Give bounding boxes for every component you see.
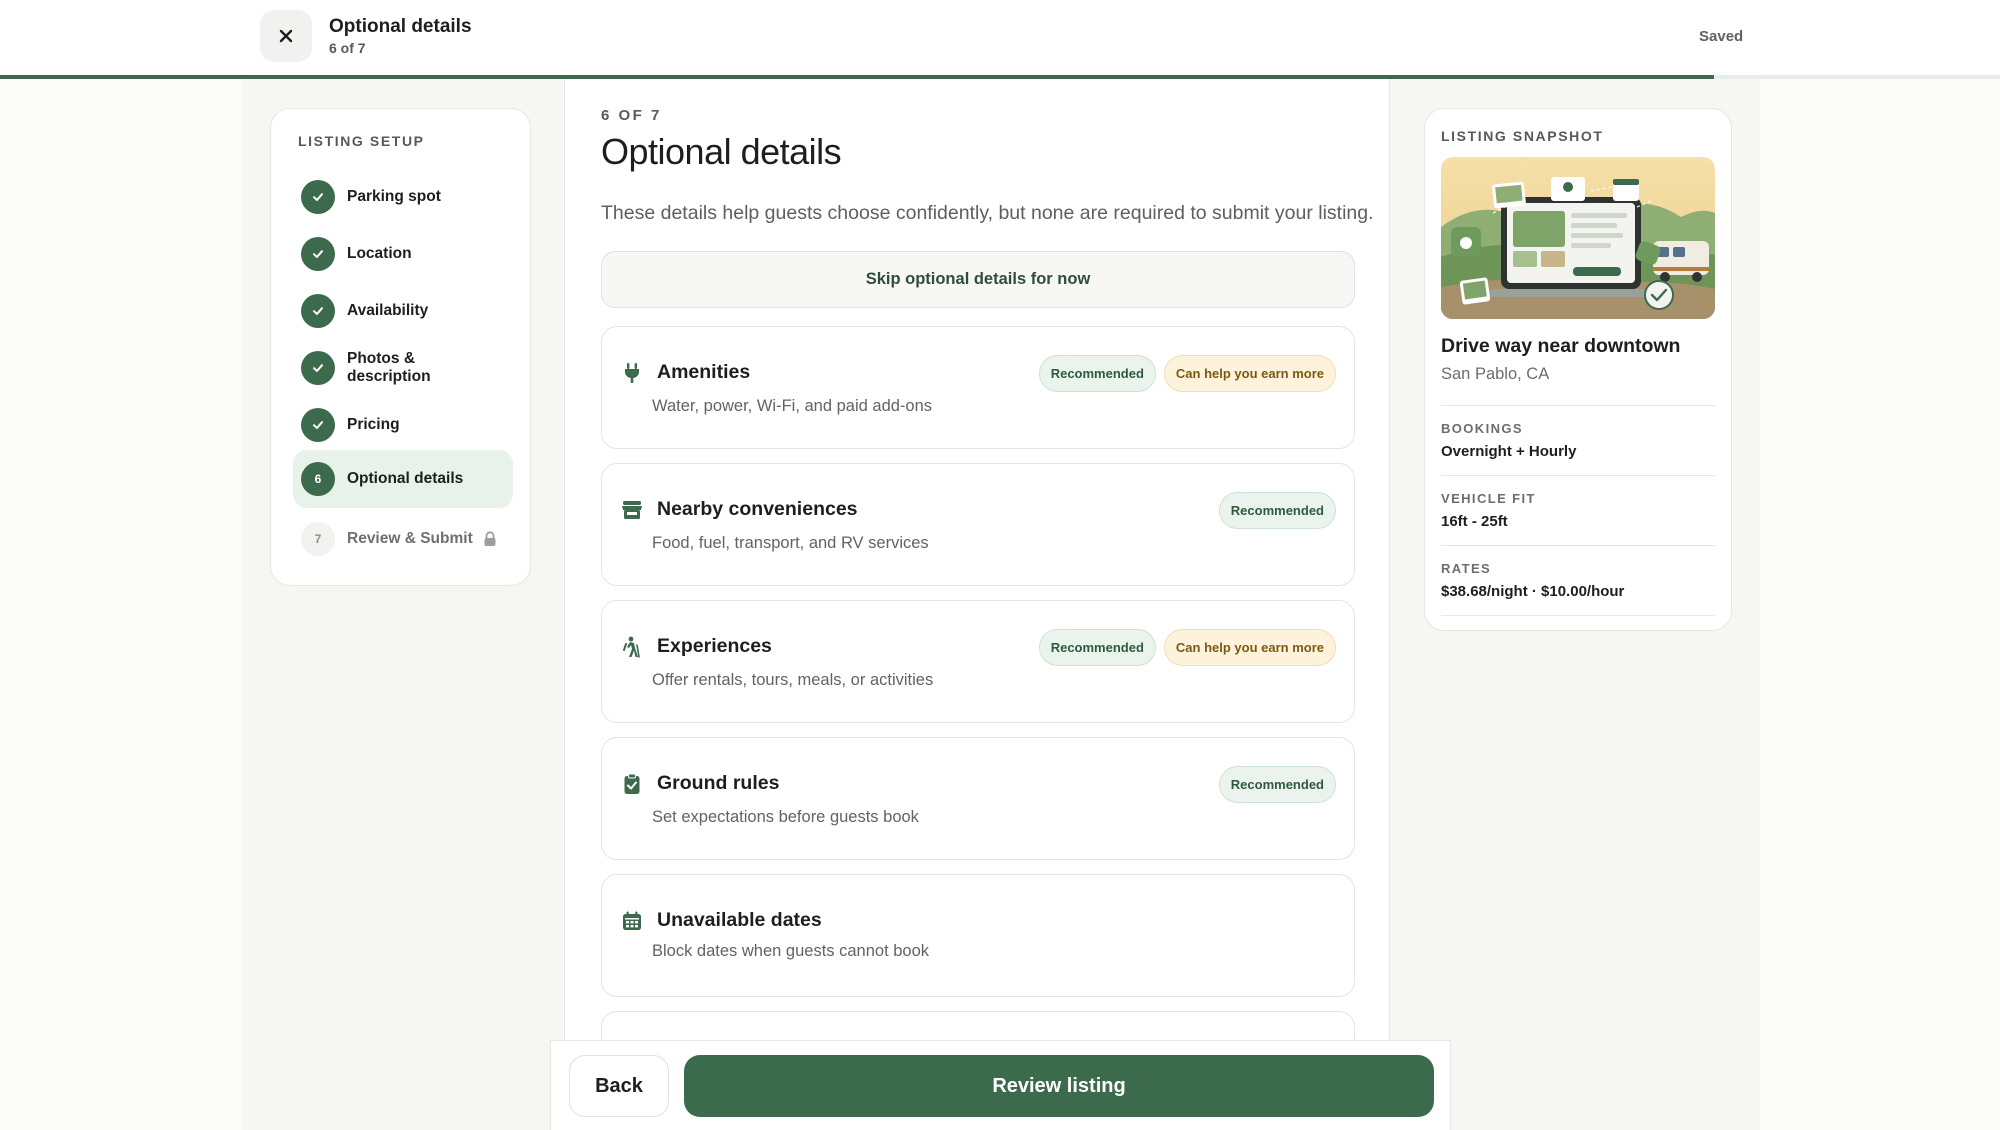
sidebar-heading: LISTING SETUP: [298, 133, 425, 149]
bottom-action-bar: Back Review listing: [550, 1040, 1451, 1130]
store-icon: [620, 498, 644, 522]
card-title: Unavailable dates: [657, 909, 822, 931]
check-icon: [313, 250, 323, 258]
lock-icon: [484, 531, 496, 546]
listing-setup-sidebar: LISTING SETUP Parking spot Location Avai…: [270, 108, 531, 586]
vehicle-fit-value: 16ft - 25ft: [1441, 513, 1508, 530]
sidebar-item-label: Pricing: [347, 416, 400, 433]
sidebar-item-label: Parking spot: [347, 188, 441, 205]
check-icon: [313, 193, 323, 201]
calendar-icon: [620, 909, 644, 933]
amenities-card[interactable]: Amenities Water, power, Wi-Fi, and paid …: [601, 326, 1355, 449]
recommended-badge: Recommended: [1038, 355, 1156, 392]
badge-group: Recommended: [1218, 492, 1336, 529]
step-complete-badge: [301, 408, 335, 442]
snapshot-heading: LISTING SNAPSHOT: [1441, 128, 1604, 144]
card-subtitle: Water, power, Wi-Fi, and paid add-ons: [652, 397, 933, 415]
divider: [1441, 475, 1715, 476]
sidebar-item-label: Review & Submit: [347, 530, 473, 547]
header-title: Optional details: [329, 16, 472, 37]
divider: [1441, 405, 1715, 406]
sidebar-item-availability[interactable]: Availability: [293, 289, 513, 333]
card-title: Amenities: [657, 361, 751, 383]
badge-group: Recommended Can help you earn more: [1038, 355, 1336, 392]
recommended-badge: Recommended: [1038, 629, 1156, 666]
snapshot-title: Drive way near downtown: [1441, 335, 1681, 357]
review-listing-button[interactable]: Review listing: [684, 1055, 1434, 1117]
bookings-value: Overnight + Hourly: [1441, 443, 1577, 460]
badge-group: Recommended Can help you earn more: [1038, 629, 1336, 666]
card-subtitle: Offer rentals, tours, meals, or activiti…: [652, 671, 934, 689]
check-icon: [313, 364, 323, 372]
divider: [1441, 615, 1715, 616]
earn-more-badge: Can help you earn more: [1163, 629, 1336, 666]
card-title: Ground rules: [657, 772, 780, 794]
step-number-badge: 7: [301, 522, 335, 556]
sidebar-item-label: Optional details: [347, 470, 464, 487]
close-icon: [279, 29, 293, 43]
bookings-label: BOOKINGS: [1441, 421, 1523, 436]
unavailable-dates-card[interactable]: Unavailable dates Block dates when guest…: [601, 874, 1355, 997]
sidebar-item-photos-description[interactable]: Photos & description: [293, 343, 513, 393]
rates-label: RATES: [1441, 561, 1492, 576]
step-complete-badge: [301, 237, 335, 271]
sidebar-item-location[interactable]: Location: [293, 232, 513, 276]
step-complete-badge: [301, 180, 335, 214]
sidebar-item-pricing[interactable]: Pricing: [293, 403, 513, 447]
card-subtitle: Set expectations before guests book: [652, 808, 919, 826]
sidebar-item-parking-spot[interactable]: Parking spot: [293, 175, 513, 219]
back-button[interactable]: Back: [569, 1055, 669, 1117]
card-title: Experiences: [657, 635, 772, 657]
divider: [1441, 545, 1715, 546]
nearby-conveniences-card[interactable]: Nearby conveniences Food, fuel, transpor…: [601, 463, 1355, 586]
sidebar-item-label: Location: [347, 245, 412, 262]
experiences-card[interactable]: Experiences Offer rentals, tours, meals,…: [601, 600, 1355, 723]
saved-status: Saved: [1699, 28, 1744, 45]
card-title: Nearby conveniences: [657, 498, 858, 520]
recommended-badge: Recommended: [1218, 766, 1336, 803]
earn-more-badge: Can help you earn more: [1163, 355, 1336, 392]
skip-optional-button[interactable]: Skip optional details for now: [601, 251, 1355, 308]
top-bar: Optional details 6 of 7 Saved: [0, 0, 2000, 79]
sidebar-item-optional-details[interactable]: 6 Optional details: [293, 450, 513, 508]
snapshot-location: San Pablo, CA: [1441, 365, 1550, 383]
listing-snapshot: LISTING SNAPSHOT Drive way near downtown…: [1424, 108, 1732, 631]
check-icon: [313, 307, 323, 315]
sidebar-item-review-submit: 7 Review & Submit: [293, 517, 513, 561]
page-description: These details help guests choose confide…: [601, 202, 1374, 224]
sidebar-item-label: Availability: [347, 302, 429, 319]
step-number-badge: 6: [301, 462, 335, 496]
sidebar-item-label: Photos & description: [347, 350, 431, 385]
step-complete-badge: [301, 294, 335, 328]
close-button[interactable]: [260, 10, 312, 62]
check-icon: [313, 421, 323, 429]
vehicle-fit-label: VEHICLE FIT: [1441, 491, 1536, 506]
ground-rules-card[interactable]: Ground rules Set expectations before gue…: [601, 737, 1355, 860]
card-subtitle: Food, fuel, transport, and RV services: [652, 534, 929, 552]
step-complete-badge: [301, 351, 335, 385]
listing-illustration: [1441, 157, 1715, 319]
clipboard-check-icon: [620, 772, 644, 796]
card-subtitle: Block dates when guests cannot book: [652, 942, 930, 960]
main-panel: 6 OF 7 Optional details These details he…: [564, 79, 1390, 1130]
hiker-icon: [620, 635, 644, 659]
badge-group: Recommended: [1218, 766, 1336, 803]
header-step-count: 6 of 7: [329, 40, 366, 56]
page-title: Optional details: [601, 131, 842, 172]
plug-icon: [620, 361, 644, 385]
recommended-badge: Recommended: [1218, 492, 1336, 529]
step-eyebrow: 6 OF 7: [601, 107, 662, 124]
rates-value: $38.68/night · $10.00/hour: [1441, 583, 1625, 600]
